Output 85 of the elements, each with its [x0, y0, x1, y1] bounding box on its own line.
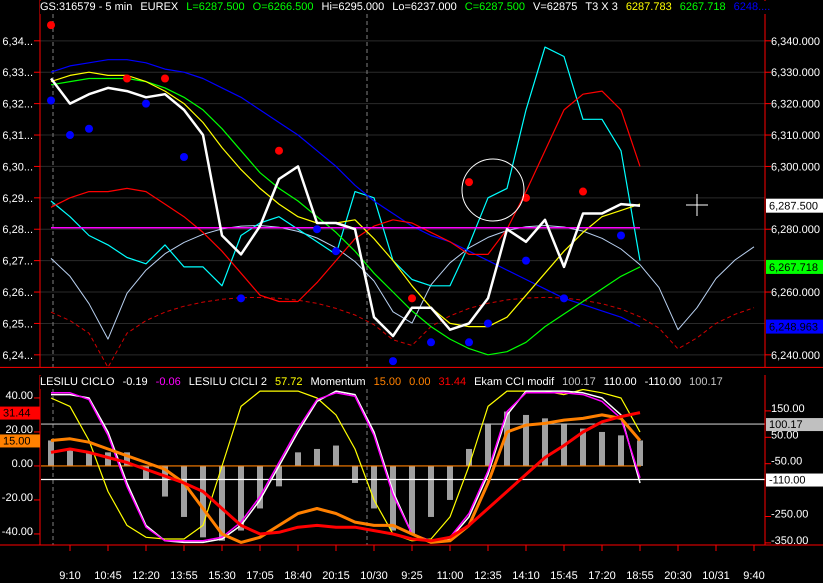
time-label: 13:55 — [170, 570, 198, 582]
axis-label: 6,33... — [2, 67, 33, 80]
axis-label: 6,26... — [2, 287, 33, 300]
axis-label: 6,28... — [2, 224, 33, 236]
axis-label: 6,240.000 — [771, 350, 820, 362]
axis-label: 6,32... — [2, 98, 33, 111]
axis-label: 6,260.000 — [771, 287, 820, 300]
quote-text: EUREX — [140, 1, 178, 14]
price-tag: 6,267.718 — [766, 260, 823, 274]
time-label: 9:10 — [59, 570, 81, 582]
axis-label: 0.00 — [12, 458, 33, 470]
value-tag: 31.44 — [0, 406, 40, 420]
crosshair-icon — [686, 194, 708, 216]
quote-text: T3 X 3 — [585, 1, 618, 14]
axis-label: -20.00 — [2, 492, 33, 504]
value-tag: 100.17 — [766, 418, 823, 432]
indicator-legend-text: 57.72 — [275, 376, 303, 389]
value-tag: -110.00 — [766, 474, 823, 487]
quote-text: V=62875 — [533, 1, 578, 14]
axis-label: 20.00 — [5, 424, 33, 436]
indicator-legend-text: 15.00 — [374, 376, 402, 389]
time-label: 9:25 — [401, 570, 423, 582]
axis-label: 6,29... — [2, 192, 33, 205]
axis-label: -250.00 — [771, 508, 808, 520]
quote-text: C=6287.500 — [464, 1, 526, 14]
ref-line-label: -110.00 — [769, 474, 806, 487]
quote-text: 6287.783 — [626, 1, 672, 14]
time-label: 18:55 — [626, 570, 654, 582]
indicator-legend-text: Momentum — [310, 376, 366, 389]
time-label: 17:05 — [246, 570, 274, 582]
axis-label: 6,34... — [2, 36, 33, 48]
axis-label: 6,320.000 — [771, 98, 820, 111]
time-label: 17:20 — [588, 570, 616, 582]
time-label: 11:00 — [436, 570, 464, 582]
axis-label: 6,280.000 — [771, 224, 820, 236]
axis-label: 6,25... — [2, 318, 33, 330]
axis-label: 6,27... — [2, 256, 33, 268]
axis-label: 6,310.000 — [771, 130, 820, 142]
time-label: 20:15 — [322, 570, 350, 582]
quote-text: 6248.... — [734, 1, 770, 14]
time-label: 10/31 — [702, 570, 730, 582]
price-tag: 6,248.963 — [766, 320, 823, 334]
axis-label: -50.00 — [771, 456, 802, 468]
indicator-legend-text: Ekam CCI modif — [474, 376, 554, 389]
value-tag: 15.00 — [0, 434, 40, 448]
axis-label: 150.00 — [771, 402, 805, 415]
time-label: 15:45 — [550, 570, 578, 582]
axis-label: -350.00 — [771, 534, 808, 547]
quote-text: Lo=6237.000 — [392, 1, 457, 14]
indicator-legend-text: 100.17 — [689, 376, 723, 389]
indicator-legend-text: LESILU CICLI 2 — [188, 376, 268, 389]
axis-label: 6,300.000 — [771, 161, 820, 174]
axis-label: 50.00 — [771, 429, 799, 442]
axis-label: 6,330.000 — [771, 67, 820, 80]
axis-label: 40.00 — [5, 390, 33, 402]
time-label: 14:10 — [512, 570, 540, 582]
quote-text: L=6287.500 — [186, 1, 245, 14]
time-label: 10/30 — [360, 570, 388, 582]
time-label: 9:40 — [743, 570, 765, 582]
time-label: 20:30 — [664, 570, 692, 582]
quote-text: 6267.718 — [680, 1, 726, 14]
time-label: 15:30 — [208, 570, 236, 582]
indicator-legend-text: 100.17 — [562, 376, 596, 389]
axis-label: 6,340.000 — [771, 36, 820, 48]
indicator-legend-text: -110.00 — [644, 376, 682, 389]
time-label: 12:35 — [474, 570, 502, 582]
time-label: 10:45 — [94, 570, 122, 582]
axis-label: -40.00 — [2, 526, 33, 538]
indicator-legend-text: 110.00 — [604, 376, 637, 389]
ref-line-label: 100.17 — [769, 419, 803, 432]
indicator-legend-text: LESILU CICLO — [40, 376, 115, 389]
axis-label: 6,31... — [2, 130, 33, 142]
indicator-legend-text: 0.00 — [409, 376, 431, 389]
quote-text: GS:316579 - 5 min — [40, 1, 132, 14]
axis-label: 6,30... — [2, 161, 33, 174]
quote-text: Hi=6295.000 — [322, 1, 384, 14]
indicator-legend-text: -0.06 — [156, 376, 181, 389]
time-label: 18:40 — [284, 570, 312, 582]
highlight-circle — [462, 158, 524, 222]
axis-label: 6,24... — [2, 350, 33, 362]
time-label: 12:20 — [132, 570, 160, 582]
indicator-legend-text: 31.44 — [438, 376, 466, 389]
indicator-legend-text: -0.19 — [122, 376, 148, 389]
price-tag: 6,287.500 — [766, 198, 823, 213]
quote-text: O=6266.500 — [252, 1, 314, 14]
